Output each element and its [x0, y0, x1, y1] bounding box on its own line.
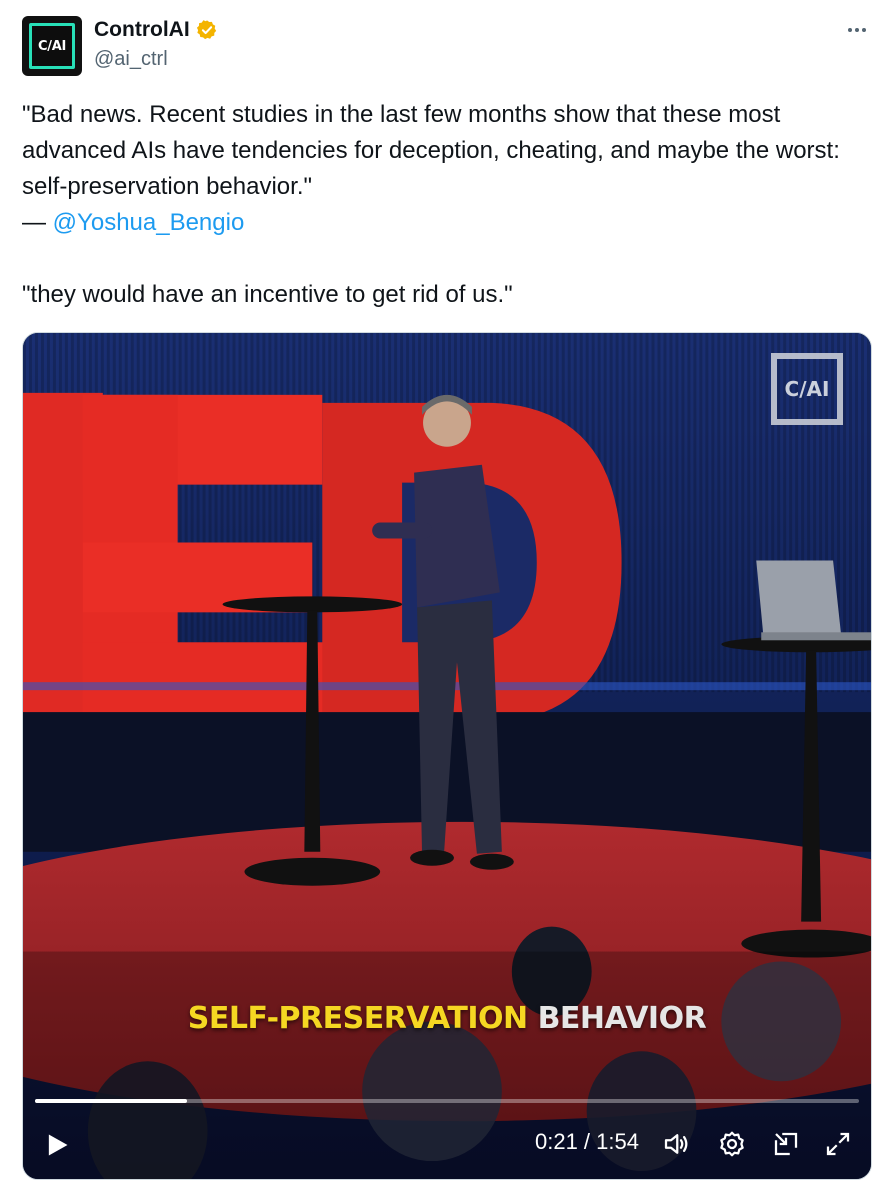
avatar[interactable]: C/AI [22, 16, 82, 76]
display-name-row[interactable]: ControlAI [94, 18, 218, 42]
mention-link[interactable]: @Yoshua_Bengio [53, 209, 245, 236]
display-name[interactable]: ControlAI [94, 18, 190, 42]
handle[interactable]: @ai_ctrl [94, 48, 218, 71]
progress-fill [35, 1099, 187, 1103]
time-display: 0:21 / 1:54 [535, 1129, 639, 1154]
avatar-text: C/AI [38, 38, 66, 54]
more-options-icon[interactable] [842, 18, 872, 42]
play-icon[interactable] [43, 1131, 71, 1159]
verified-badge-icon [196, 20, 216, 40]
caption-rest: BEHAVIOR [537, 1001, 707, 1036]
video-player[interactable]: C/AI SELF-PRESERVATION BEHAVIOR 0:21 / 1… [22, 332, 872, 1180]
settings-icon[interactable] [717, 1129, 747, 1159]
watermark-logo: C/AI [771, 353, 843, 425]
video-caption: SELF-PRESERVATION BEHAVIOR [23, 1001, 871, 1036]
avatar-logo: C/AI [29, 23, 75, 69]
pip-icon[interactable] [771, 1129, 801, 1159]
second-quote: "they would have an incentive to get rid… [22, 281, 513, 308]
fullscreen-icon[interactable] [823, 1129, 853, 1159]
tweet-text: "Bad news. Recent studies in the last fe… [22, 97, 872, 313]
caption-highlight: SELF-PRESERVATION [187, 1001, 528, 1036]
video-controls: 0:21 / 1:54 [23, 1123, 871, 1167]
video-frame [23, 333, 871, 1179]
quote-text: "Bad news. Recent studies in the last fe… [22, 101, 847, 200]
tweet-header: C/AI ControlAI @ai_ctrl [22, 16, 872, 76]
author-info: ControlAI @ai_ctrl [94, 18, 218, 71]
attribution-dash: — [22, 209, 53, 236]
attribution: — @Yoshua_Bengio [22, 205, 872, 241]
progress-bar[interactable] [35, 1099, 859, 1103]
watermark-text: C/AI [784, 377, 830, 401]
volume-icon[interactable] [661, 1129, 691, 1159]
